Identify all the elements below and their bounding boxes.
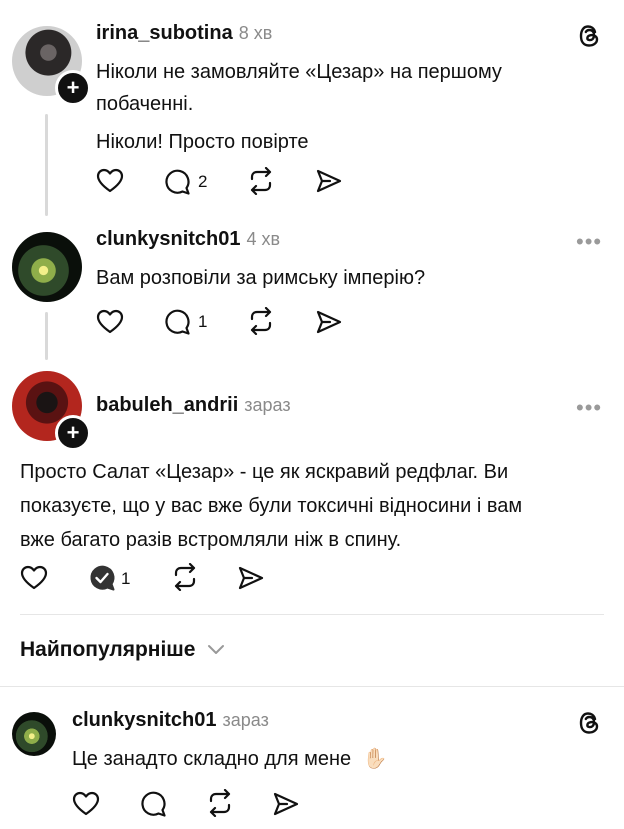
raised-hand-icon: ✋🏻 (362, 746, 388, 770)
divider (0, 686, 624, 687)
comment-line: Ніколи! Просто повірте (96, 131, 309, 153)
comment-line: побаченні. (96, 93, 194, 115)
repost-icon[interactable] (205, 788, 235, 822)
more-options-icon[interactable]: ••• (576, 229, 602, 255)
follow-plus-icon[interactable]: + (55, 415, 91, 451)
thread-line (45, 114, 48, 216)
share-icon[interactable] (315, 168, 343, 199)
threads-logo-icon[interactable] (578, 710, 602, 741)
comment-text: Просто Салат «Цезар» - це як яскравий ре… (20, 455, 522, 557)
comment-text: Ніколи не замовляйте «Цезар» на першому … (96, 56, 502, 158)
comment-line: вже багато разів встромляли ніж в спину. (20, 529, 402, 551)
username[interactable]: clunkysnitch01 4 хв (96, 228, 280, 251)
comment-line: Ніколи не замовляйте «Цезар» на першому (96, 61, 502, 83)
sort-label[interactable]: Найпопулярніше (20, 638, 195, 661)
heart-icon[interactable] (96, 168, 124, 199)
repost-icon[interactable] (246, 306, 276, 340)
reply-count: 2 (198, 172, 208, 191)
share-icon[interactable] (315, 309, 343, 340)
username-text[interactable]: irina_subotina (96, 22, 233, 44)
heart-icon[interactable] (20, 565, 48, 596)
reply-text: Це занадто складно для мене (72, 748, 352, 770)
share-icon[interactable] (237, 565, 265, 596)
more-options-icon[interactable]: ••• (576, 395, 602, 421)
username-text[interactable]: clunkysnitch01 (72, 709, 217, 731)
threads-logo-icon[interactable] (578, 23, 602, 54)
avatar[interactable] (12, 712, 56, 756)
username-text[interactable]: clunkysnitch01 (96, 228, 241, 250)
username[interactable]: babuleh_andrii зараз (96, 394, 291, 417)
share-icon[interactable] (272, 791, 300, 822)
comment-text: Це занадто складно для мене ✋🏻 (72, 742, 388, 775)
comment-line: Просто Салат «Цезар» - це як яскравий ре… (20, 461, 509, 483)
timestamp: 4 хв (246, 229, 281, 249)
repost-icon[interactable] (246, 166, 276, 200)
timestamp: 8 хв (238, 23, 273, 43)
divider (20, 614, 604, 615)
comment-line: показуєте, що у вас вже були токсичні ві… (20, 495, 523, 517)
thread-line (45, 312, 48, 360)
repost-icon[interactable] (170, 562, 200, 596)
commented-check-icon[interactable] (88, 564, 116, 597)
heart-icon[interactable] (96, 309, 124, 340)
sort-dropdown[interactable]: Найпопулярніше (20, 638, 225, 662)
timestamp: зараз (244, 395, 291, 415)
comment-icon[interactable] (139, 790, 167, 823)
username-text[interactable]: babuleh_andrii (96, 394, 238, 416)
comment-icon[interactable] (163, 168, 191, 201)
comment-text: Вам розповіли за римську імперію? (96, 267, 426, 289)
timestamp: зараз (222, 710, 269, 730)
heart-icon[interactable] (72, 791, 100, 822)
reply-count: 1 (198, 312, 208, 331)
follow-plus-icon[interactable]: + (55, 70, 91, 106)
reply-count: 1 (121, 569, 131, 588)
comment-icon[interactable] (163, 308, 191, 341)
chevron-down-icon[interactable] (207, 638, 225, 662)
username[interactable]: clunkysnitch01 зараз (72, 709, 269, 732)
avatar[interactable] (12, 232, 82, 302)
username[interactable]: irina_subotina 8 хв (96, 22, 272, 45)
